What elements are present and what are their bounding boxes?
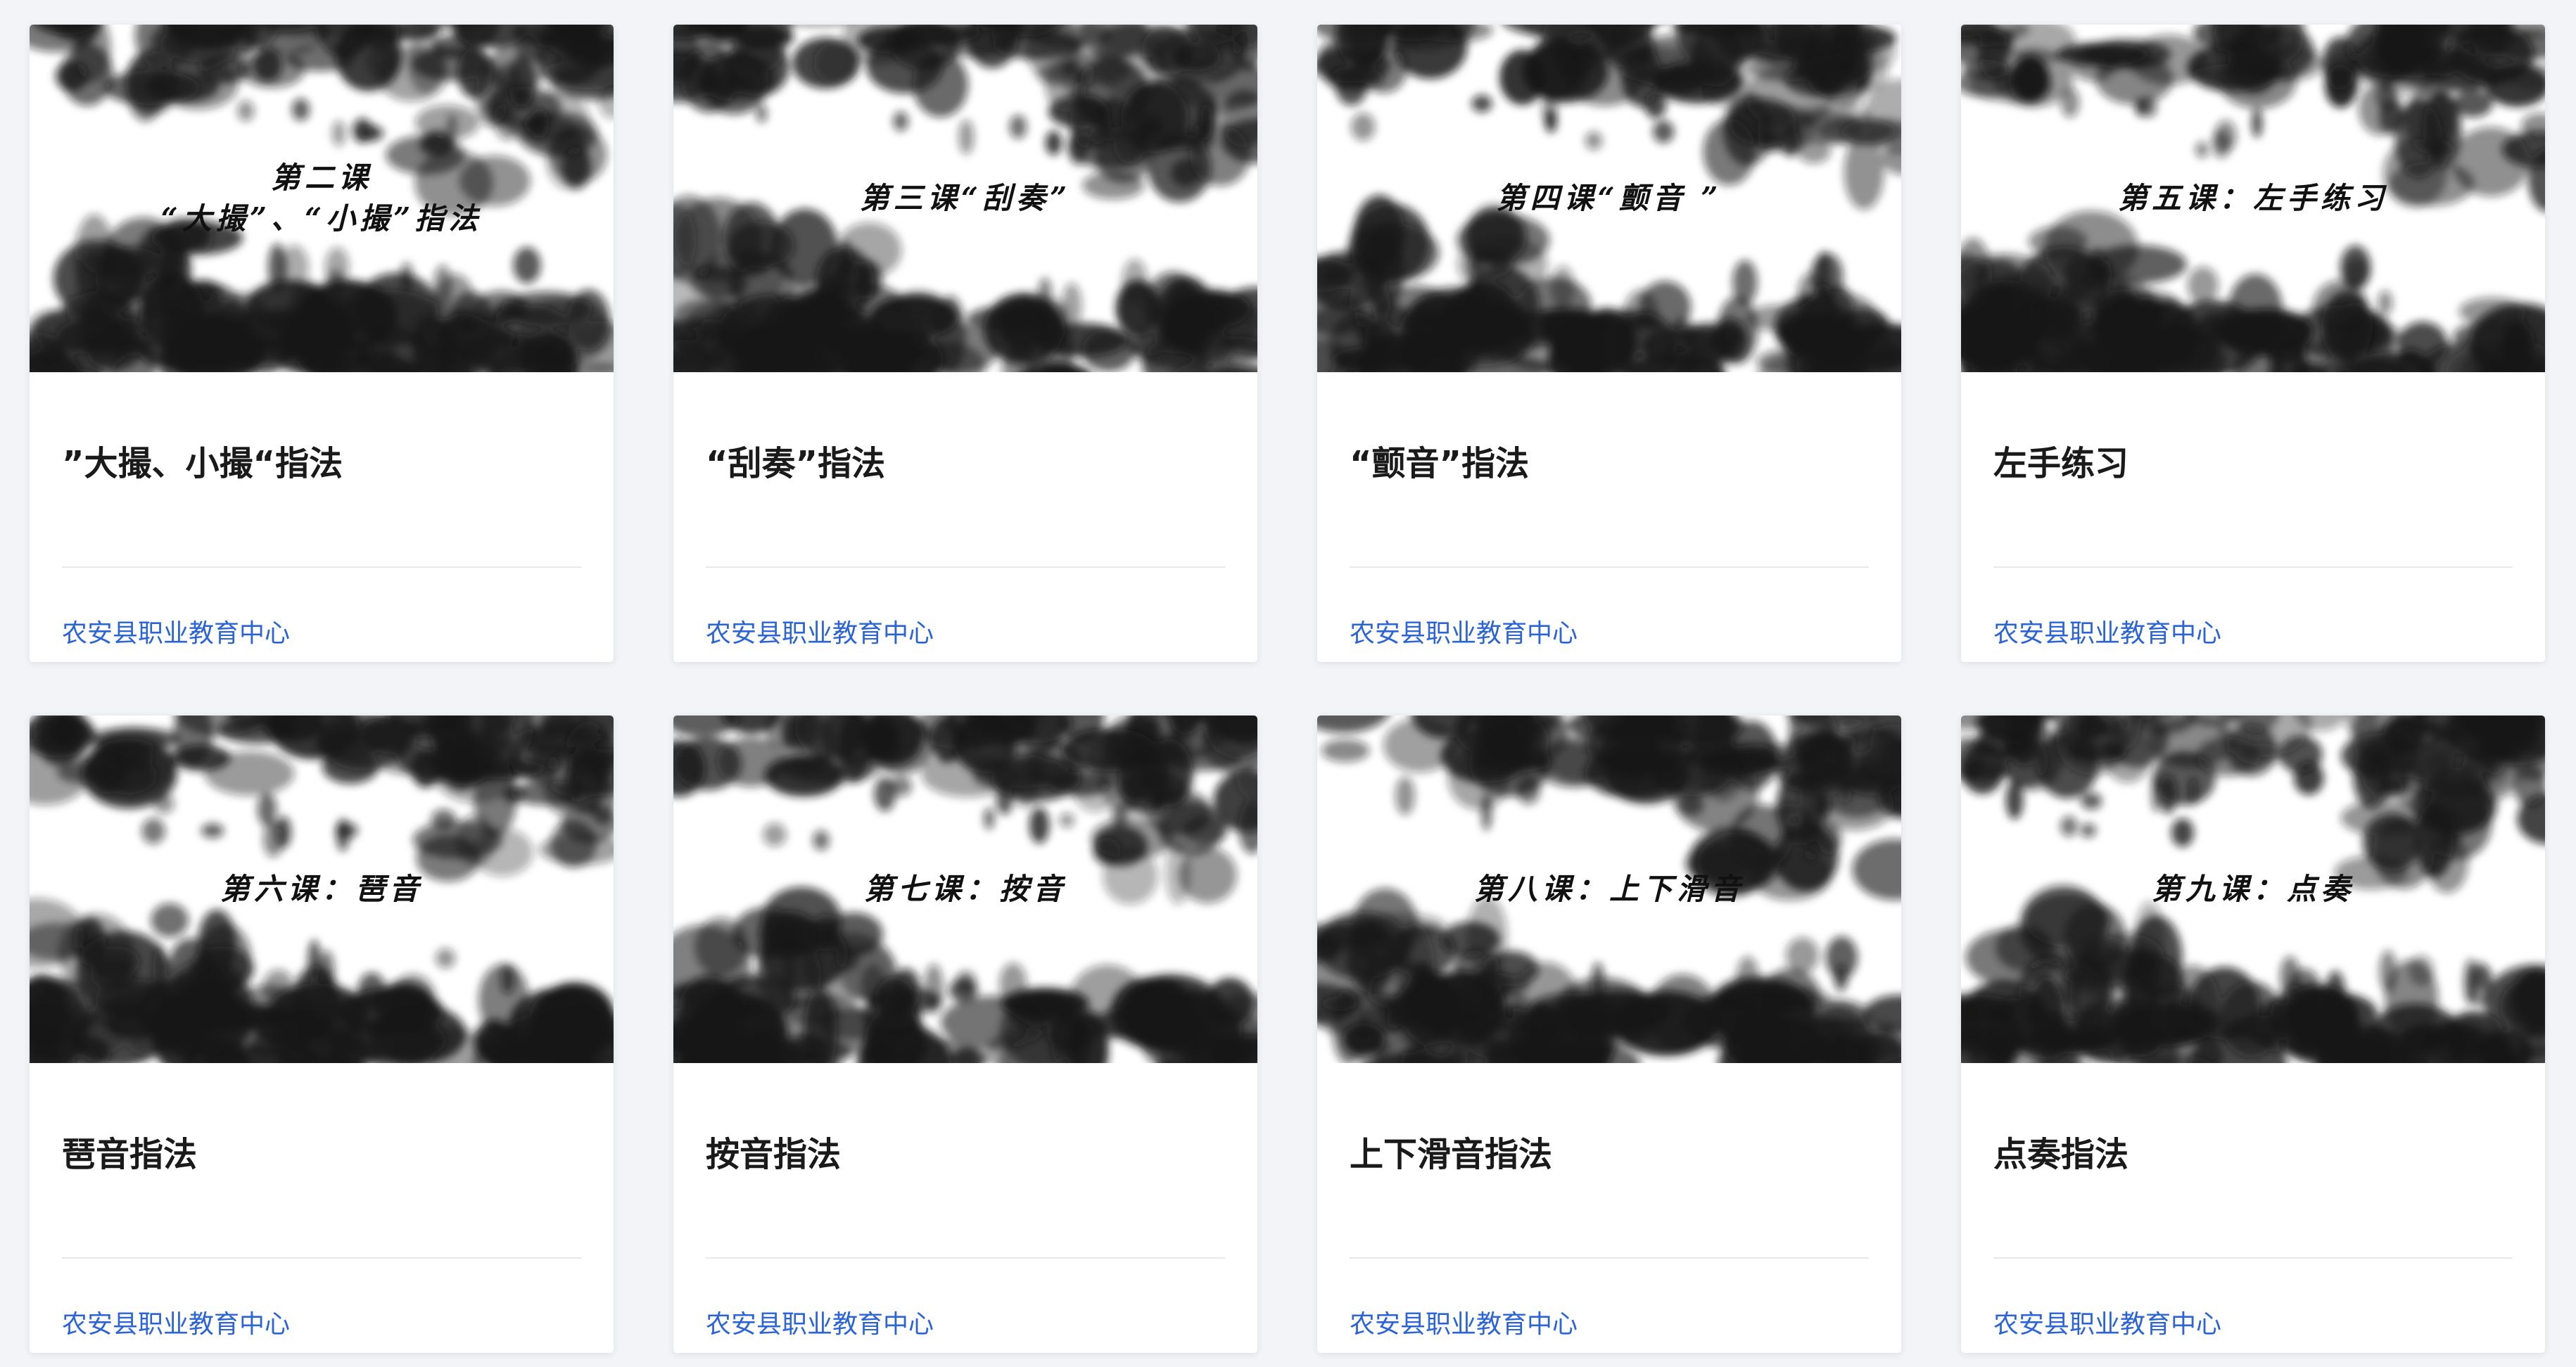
thumbnail-caption: 第六课：琶音 <box>220 872 423 906</box>
course-title[interactable]: 点奏指法 <box>1993 1132 2128 1177</box>
course-title[interactable]: 上下滑音指法 <box>1350 1132 1552 1177</box>
course-card[interactable]: 第六课：琶音 琶音指法 农安县职业教育中心 <box>30 716 614 1353</box>
course-card[interactable]: 第五课：左手练习 左手练习 农安县职业教育中心 <box>1961 25 2545 662</box>
card-divider <box>1993 566 2513 568</box>
course-organization-link[interactable]: 农安县职业教育中心 <box>1350 1308 1578 1342</box>
thumbnail-caption: 第四课“颤音 ” <box>1496 181 1722 215</box>
course-thumbnail[interactable]: 第五课：左手练习 <box>1961 25 2545 372</box>
course-title[interactable]: “刮奏”指法 <box>706 441 885 486</box>
thumbnail-caption: 第七课：按音 <box>863 872 1067 906</box>
course-title[interactable]: 琶音指法 <box>62 1132 197 1177</box>
course-thumbnail[interactable]: 第七课：按音 <box>673 716 1257 1063</box>
course-card[interactable]: 第八课：上下滑音 上下滑音指法 农安县职业教育中心 <box>1317 716 1901 1353</box>
course-thumbnail[interactable]: 第三课“刮奏” <box>673 25 1257 372</box>
course-thumbnail[interactable]: 第九课：点奏 <box>1961 716 2545 1063</box>
course-organization-link[interactable]: 农安县职业教育中心 <box>62 1308 290 1342</box>
course-card[interactable]: 第七课：按音 按音指法 农安县职业教育中心 <box>673 716 1257 1353</box>
course-thumbnail[interactable]: 第八课：上下滑音 <box>1317 716 1901 1063</box>
course-card[interactable]: 第二课 “大撮”、“小撮”指法 ”大撮、小撮“指法 农安县职业教育中心 <box>30 25 614 662</box>
course-organization-link[interactable]: 农安县职业教育中心 <box>62 617 290 651</box>
card-divider <box>706 1257 1225 1259</box>
course-organization-link[interactable]: 农安县职业教育中心 <box>706 1308 934 1342</box>
course-title[interactable]: 按音指法 <box>706 1132 841 1177</box>
course-thumbnail[interactable]: 第六课：琶音 <box>30 716 614 1063</box>
course-thumbnail[interactable]: 第四课“颤音 ” <box>1317 25 1901 372</box>
course-organization-link[interactable]: 农安县职业教育中心 <box>706 617 934 651</box>
course-organization-link[interactable]: 农安县职业教育中心 <box>1993 1308 2221 1342</box>
course-title[interactable]: 左手练习 <box>1993 441 2128 486</box>
course-organization-link[interactable]: 农安县职业教育中心 <box>1350 617 1578 651</box>
course-card[interactable]: 第九课：点奏 点奏指法 农安县职业教育中心 <box>1961 716 2545 1353</box>
course-card[interactable]: 第三课“刮奏” “刮奏”指法 农安县职业教育中心 <box>673 25 1257 662</box>
thumbnail-caption: 第三课“刮奏” <box>859 181 1072 215</box>
card-divider <box>1993 1257 2513 1259</box>
thumbnail-caption: 第二课 “大撮”、“小撮”指法 <box>160 160 483 236</box>
course-title[interactable]: “颤音”指法 <box>1350 441 1529 486</box>
course-thumbnail[interactable]: 第二课 “大撮”、“小撮”指法 <box>30 25 614 372</box>
card-divider <box>62 566 581 568</box>
thumbnail-caption: 第八课：上下滑音 <box>1473 872 1744 906</box>
card-divider <box>62 1257 581 1259</box>
card-divider <box>1350 1257 1869 1259</box>
course-grid: 第二课 “大撮”、“小撮”指法 ”大撮、小撮“指法 农安县职业教育中心 第三课“… <box>30 25 2547 1353</box>
card-divider <box>706 566 1225 568</box>
course-card[interactable]: 第四课“颤音 ” “颤音”指法 农安县职业教育中心 <box>1317 25 1901 662</box>
thumbnail-caption: 第五课：左手练习 <box>2117 181 2388 215</box>
course-organization-link[interactable]: 农安县职业教育中心 <box>1993 617 2221 651</box>
thumbnail-caption: 第九课：点奏 <box>2151 872 2354 906</box>
course-title[interactable]: ”大撮、小撮“指法 <box>62 441 343 486</box>
card-divider <box>1350 566 1869 568</box>
